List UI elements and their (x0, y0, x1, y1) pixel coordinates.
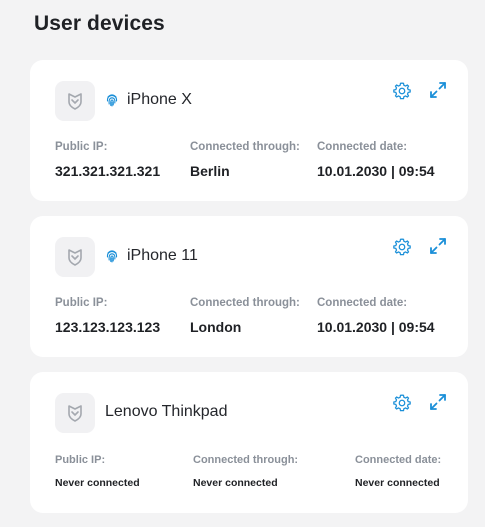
connected-date-value: Never connected (355, 477, 440, 489)
public-ip-label: Public IP: (55, 454, 106, 466)
connected-through-value: Berlin (190, 163, 230, 179)
connected-date-value: 10.01.2030 | 09:54 (317, 163, 435, 179)
connected-through-label: Connected through: (193, 454, 299, 466)
shield-logo-icon (68, 405, 82, 422)
public-ip-value: Never connected (55, 477, 140, 489)
page-title: User devices (34, 12, 165, 35)
device-logo (55, 237, 95, 277)
device-card: iPhone X Public IP: Connected through: C… (30, 60, 468, 201)
shield-logo-icon (68, 93, 82, 110)
device-card: Lenovo Thinkpad Public IP: Connected thr… (30, 372, 468, 513)
connected-through-value: London (190, 319, 242, 335)
device-name-row: iPhone 11 (106, 247, 198, 265)
public-ip-value: 123.123.123.123 (55, 319, 161, 335)
connected-through-label: Connected through: (190, 297, 300, 309)
connected-date-label: Connected date: (355, 454, 442, 466)
device-card: iPhone 11 Public IP: Connected through: … (30, 216, 468, 357)
gear-icon[interactable] (392, 393, 412, 413)
device-name-row: iPhone X (106, 91, 192, 109)
expand-icon[interactable] (429, 237, 447, 255)
device-name: iPhone X (127, 91, 192, 108)
connected-date-label: Connected date: (317, 141, 408, 153)
connected-through-value: Never connected (193, 477, 278, 489)
gear-icon[interactable] (392, 81, 412, 101)
public-ip-value: 321.321.321.321 (55, 163, 161, 179)
expand-icon[interactable] (429, 81, 447, 99)
gear-icon[interactable] (392, 237, 412, 257)
connected-through-label: Connected through: (190, 141, 300, 153)
device-name: iPhone 11 (127, 247, 198, 264)
device-name-row: Lenovo Thinkpad (105, 403, 227, 421)
device-logo (55, 393, 95, 433)
shield-logo-icon (68, 249, 82, 266)
expand-icon[interactable] (429, 393, 447, 411)
fingerprint-icon (106, 94, 118, 107)
public-ip-label: Public IP: (55, 141, 108, 153)
connected-date-value: 10.01.2030 | 09:54 (317, 319, 435, 335)
connected-date-label: Connected date: (317, 297, 408, 309)
public-ip-label: Public IP: (55, 297, 108, 309)
device-logo (55, 81, 95, 121)
fingerprint-icon (106, 250, 118, 263)
device-name: Lenovo Thinkpad (105, 403, 228, 420)
